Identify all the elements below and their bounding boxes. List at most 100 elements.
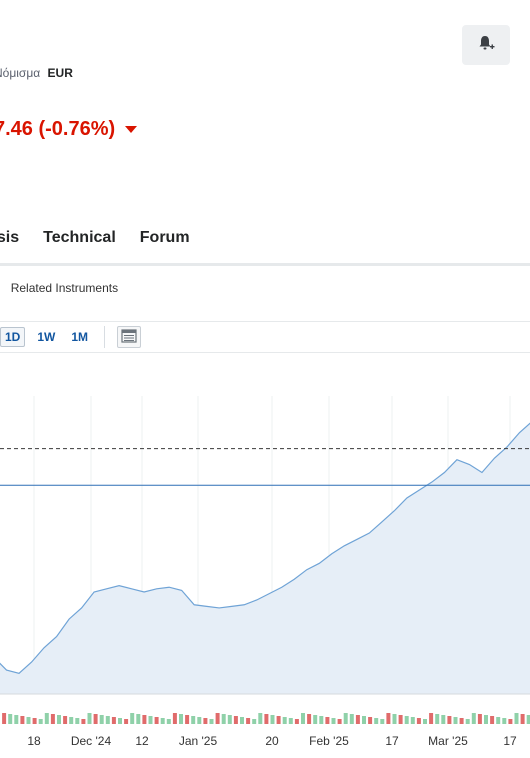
volume-bar	[477, 714, 482, 724]
volume-bar	[32, 718, 37, 724]
volume-bar	[69, 717, 74, 724]
volume-bar	[179, 714, 183, 724]
currency-label: Νόμισμα	[0, 66, 41, 80]
table-view-button[interactable]	[117, 326, 142, 348]
volume-bar	[166, 719, 171, 724]
volume-bar	[191, 716, 196, 724]
x-tick-label: Mar '25	[428, 734, 468, 748]
volume-bar	[398, 715, 403, 724]
subnav-item-related-instruments[interactable]: Related Instruments	[11, 281, 118, 295]
instrument-tabs: ysis Technical Forum	[0, 229, 190, 247]
volume-bar	[435, 714, 440, 724]
currency-info: Νόμισμα EUR	[0, 66, 73, 80]
volume-bar	[496, 717, 501, 724]
volume-bar	[423, 719, 427, 724]
volume-bar	[258, 713, 263, 724]
volume-bar	[355, 715, 360, 724]
volume-bar	[386, 713, 391, 724]
currency-value: EUR	[47, 66, 73, 80]
volume-bar	[26, 717, 31, 724]
price-chart[interactable]: 18 Dec '24 12 Jan '25 20 Feb '25 17 Mar '25 17	[0, 396, 530, 758]
volume-bar	[514, 713, 519, 724]
volume-bar	[471, 713, 476, 724]
volume-bar	[81, 719, 86, 724]
volume-bar	[130, 713, 135, 724]
volume-bar	[484, 715, 488, 724]
volume-bar	[246, 718, 251, 724]
volume-bar	[87, 713, 92, 724]
volume-bar	[63, 716, 68, 724]
volume-bar	[459, 718, 464, 724]
volume-bar	[44, 713, 49, 724]
volume-bar	[160, 718, 165, 724]
x-tick-label: 18	[27, 734, 41, 748]
x-tick-label: Jan '25	[179, 734, 218, 748]
volume-bar	[465, 719, 470, 724]
volume-bar	[203, 718, 208, 724]
volume-bar	[325, 717, 330, 724]
volume-bar	[429, 713, 434, 724]
volume-bar	[337, 719, 342, 724]
volume-bar	[99, 715, 104, 724]
volume-bar	[197, 717, 202, 724]
volume-bar	[490, 716, 495, 724]
volume-bar	[209, 719, 214, 724]
volume-bar	[313, 715, 318, 724]
volume-bar	[380, 719, 385, 724]
volume-bar	[142, 715, 147, 724]
volume-bar	[185, 715, 190, 724]
volume-bar	[294, 719, 299, 724]
volume-bar	[453, 717, 458, 724]
volume-bar	[331, 718, 336, 724]
interval-selector: 1D 1W 1M	[0, 326, 142, 348]
volume-bar	[14, 715, 19, 724]
add-alert-button[interactable]	[462, 25, 510, 65]
volume-bar	[148, 716, 153, 724]
volume-bar	[374, 718, 379, 724]
volume-bar	[240, 717, 244, 724]
volume-bar	[441, 715, 446, 724]
volume-bar	[447, 716, 452, 724]
price-change-text: 7.46 (-0.76%)	[0, 118, 116, 140]
volume-bar	[508, 719, 513, 724]
tab-forum[interactable]: Forum	[140, 229, 190, 247]
price-area	[0, 423, 530, 694]
volume-bar	[75, 718, 80, 724]
volume-bar	[2, 713, 7, 724]
volume-bar	[124, 719, 129, 724]
x-tick-label: Dec '24	[71, 734, 112, 748]
volume-bar	[264, 714, 269, 724]
volume-bar	[520, 714, 525, 724]
volume-bar	[282, 717, 287, 724]
volume-bar	[319, 716, 324, 724]
bell-plus-icon	[477, 34, 495, 57]
x-tick-label: 12	[135, 734, 149, 748]
volume-bar	[416, 718, 421, 724]
volume-bar	[172, 713, 177, 724]
interval-1d-button[interactable]: 1D	[0, 327, 26, 347]
x-tick-label: 20	[265, 734, 279, 748]
down-triangle-icon	[125, 126, 138, 133]
x-tick-label: 17	[385, 734, 399, 748]
volume-bar	[404, 716, 409, 724]
volume-bar	[20, 716, 25, 724]
volume-bar	[301, 713, 305, 724]
interval-1w-button[interactable]: 1W	[33, 328, 59, 346]
price-change: 7.46 (-0.76%)	[0, 118, 138, 141]
toolbar-separator	[104, 326, 106, 348]
volume-bar	[154, 717, 159, 724]
volume-bar	[343, 713, 348, 724]
tab-analysis[interactable]: ysis	[0, 229, 19, 247]
volume-bar	[270, 715, 275, 724]
volume-bar	[136, 714, 141, 724]
tab-technical[interactable]: Technical	[43, 229, 116, 247]
table-view-icon	[121, 328, 137, 346]
volume-bar	[252, 719, 257, 724]
volume-bar	[392, 714, 397, 724]
interval-1m-button[interactable]: 1M	[67, 328, 92, 346]
volume-bar	[93, 714, 98, 724]
volume-bar	[57, 715, 61, 724]
subnav-divider	[0, 321, 530, 322]
x-tick-label: Feb '25	[309, 734, 349, 748]
volume-bar	[50, 714, 55, 724]
